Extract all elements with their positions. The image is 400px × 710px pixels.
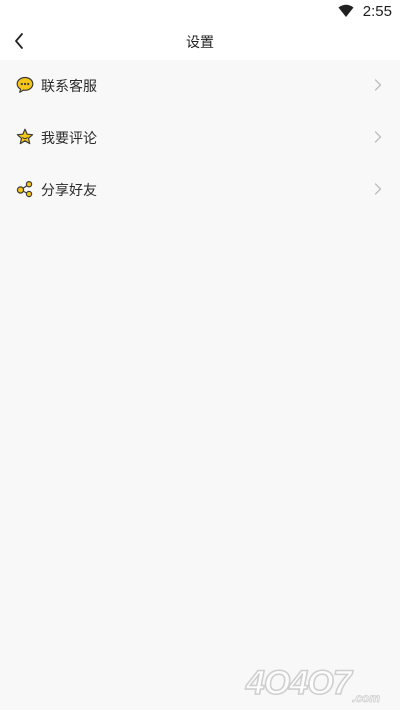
chevron-right-icon: [374, 131, 382, 143]
menu-item-share-friends[interactable]: 分享好友: [0, 164, 400, 216]
menu-item-label: 我要评论: [41, 131, 97, 147]
page-title: 设置: [186, 35, 214, 51]
chat-bubble-icon: [16, 76, 34, 93]
share-icon: [16, 180, 33, 198]
watermark-logo: 4O4O7 .com: [244, 663, 381, 704]
svg-text:4O4O7: 4O4O7: [245, 664, 354, 702]
svg-text:.com: .com: [352, 691, 380, 704]
menu-item-label: 联系客服: [41, 79, 97, 95]
menu-item-label: 分享好友: [41, 183, 97, 199]
chevron-right-icon: [374, 183, 382, 195]
chevron-right-icon: [374, 79, 382, 91]
status-time: 2:55: [362, 3, 392, 20]
star-icon: [16, 128, 34, 145]
menu-item-contact-service[interactable]: 联系客服: [0, 60, 400, 112]
menu-item-write-review[interactable]: 我要评论: [0, 112, 400, 164]
settings-list: 联系客服 我要评论 分享好友: [0, 60, 400, 216]
header-bar: 设置: [0, 24, 400, 60]
wifi-icon: [338, 4, 354, 17]
status-bar: 2:55: [0, 0, 400, 24]
